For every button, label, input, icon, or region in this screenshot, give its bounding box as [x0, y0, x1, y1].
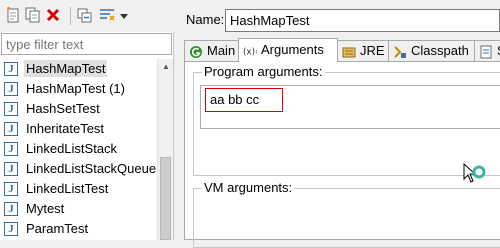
java-app-icon: J — [4, 182, 18, 196]
tab-arguments[interactable]: (x)= Arguments — [238, 38, 338, 62]
vm-arguments-group: VM arguments: — [193, 180, 500, 248]
arguments-tab-panel: Program arguments: aa bb cc VM arguments… — [184, 61, 500, 248]
busy-cursor-icon — [463, 162, 493, 193]
launch-config-tree: J HashMapTest J HashMapTest (1) J HashSe… — [0, 59, 156, 240]
program-arguments-label: Program arguments: — [202, 64, 325, 79]
java-app-icon: J — [4, 142, 18, 156]
delete-config-button[interactable] — [44, 7, 62, 25]
program-arguments-group: Program arguments: aa bb cc — [193, 64, 500, 176]
filter-button[interactable] — [98, 7, 116, 25]
tab-label: JRE — [360, 43, 385, 58]
tree-item-hashsettest[interactable]: J HashSetTest — [0, 99, 156, 119]
arguments-icon: (x)= — [243, 44, 257, 58]
config-tabs: Main (x)= Arguments JRE — [184, 38, 500, 62]
duplicate-icon — [25, 7, 41, 26]
java-app-icon: J — [4, 162, 18, 176]
tree-item-paramtest[interactable]: J ParamTest — [0, 219, 156, 239]
program-arguments-textarea[interactable]: aa bb cc — [200, 85, 500, 129]
program-arguments-value: aa bb cc — [205, 88, 283, 112]
tab-classpath[interactable]: Classpath — [388, 40, 475, 62]
tree-item-hashmaptest[interactable]: J HashMapTest — [0, 59, 156, 79]
tree-item-inheritatetest[interactable]: J InheritateTest — [0, 119, 156, 139]
launch-config-editor: Name: Main (x)= Arguments — [180, 0, 500, 248]
duplicate-config-button[interactable] — [24, 7, 42, 25]
config-name-input[interactable] — [225, 9, 500, 32]
tree-item-linkedliststack[interactable]: J LinkedListStack — [0, 139, 156, 159]
launch-config-list-pane: J HashMapTest J HashMapTest (1) J HashSe… — [0, 0, 174, 240]
tree-item-label: ParamTest — [26, 221, 89, 236]
jre-icon — [342, 45, 356, 59]
classpath-icon — [393, 45, 407, 59]
scrollbar-thumb[interactable] — [160, 157, 171, 240]
tree-item-hashmaptest-1[interactable]: J HashMapTest (1) — [0, 79, 156, 99]
tree-item-label: LinkedListStackQueue — [26, 161, 156, 176]
tab-label: Main — [207, 43, 236, 58]
tree-item-label: HashSetTest — [26, 101, 100, 116]
toolbar-separator — [70, 7, 71, 25]
svg-text:(x)=: (x)= — [243, 48, 257, 58]
delete-icon — [45, 7, 61, 26]
tree-item-label: LinkedListStack — [26, 141, 118, 156]
java-app-icon: J — [4, 122, 18, 136]
view-menu-button[interactable] — [118, 7, 130, 25]
launch-config-toolbar — [0, 0, 174, 32]
java-app-icon: J — [4, 202, 18, 216]
tab-label: Arguments — [261, 42, 324, 57]
tab-label: Classpath — [411, 43, 469, 58]
tab-jre[interactable]: JRE — [337, 40, 389, 62]
tab-main[interactable]: Main — [184, 40, 239, 62]
tree-item-label: InheritateTest — [26, 121, 105, 136]
tree-item-label: LinkedListTest — [26, 181, 109, 196]
filter-text-input[interactable] — [1, 33, 172, 55]
source-icon — [479, 45, 493, 59]
java-app-icon: J — [4, 222, 18, 236]
tree-scrollbar[interactable]: ▲ — [157, 59, 173, 240]
main-icon — [189, 45, 203, 59]
new-launch-config-button[interactable] — [4, 6, 22, 26]
tree-item-mytest[interactable]: J Mytest — [0, 199, 156, 219]
tree-item-label: Mytest — [26, 201, 65, 216]
filter-icon — [99, 7, 115, 26]
tree-item-label: HashMapTest (1) — [26, 81, 125, 96]
tree-item-label: HashMapTest — [24, 60, 108, 77]
name-label: Name: — [186, 12, 225, 27]
collapse-all-button[interactable] — [76, 7, 94, 25]
java-app-icon: J — [4, 82, 18, 96]
java-app-icon: J — [4, 62, 18, 76]
tree-item-linkedlisttest[interactable]: J LinkedListTest — [0, 179, 156, 199]
tab-source[interactable]: So — [474, 40, 500, 62]
java-app-icon: J — [4, 102, 18, 116]
vm-arguments-label: VM arguments: — [202, 180, 295, 195]
collapse-all-icon — [77, 7, 93, 26]
new-launch-icon — [5, 6, 21, 26]
dropdown-arrow-icon — [119, 9, 129, 24]
scroll-up-arrow-icon[interactable]: ▲ — [158, 59, 174, 73]
tree-item-linkedliststackqueue[interactable]: J LinkedListStackQueue — [0, 159, 156, 179]
